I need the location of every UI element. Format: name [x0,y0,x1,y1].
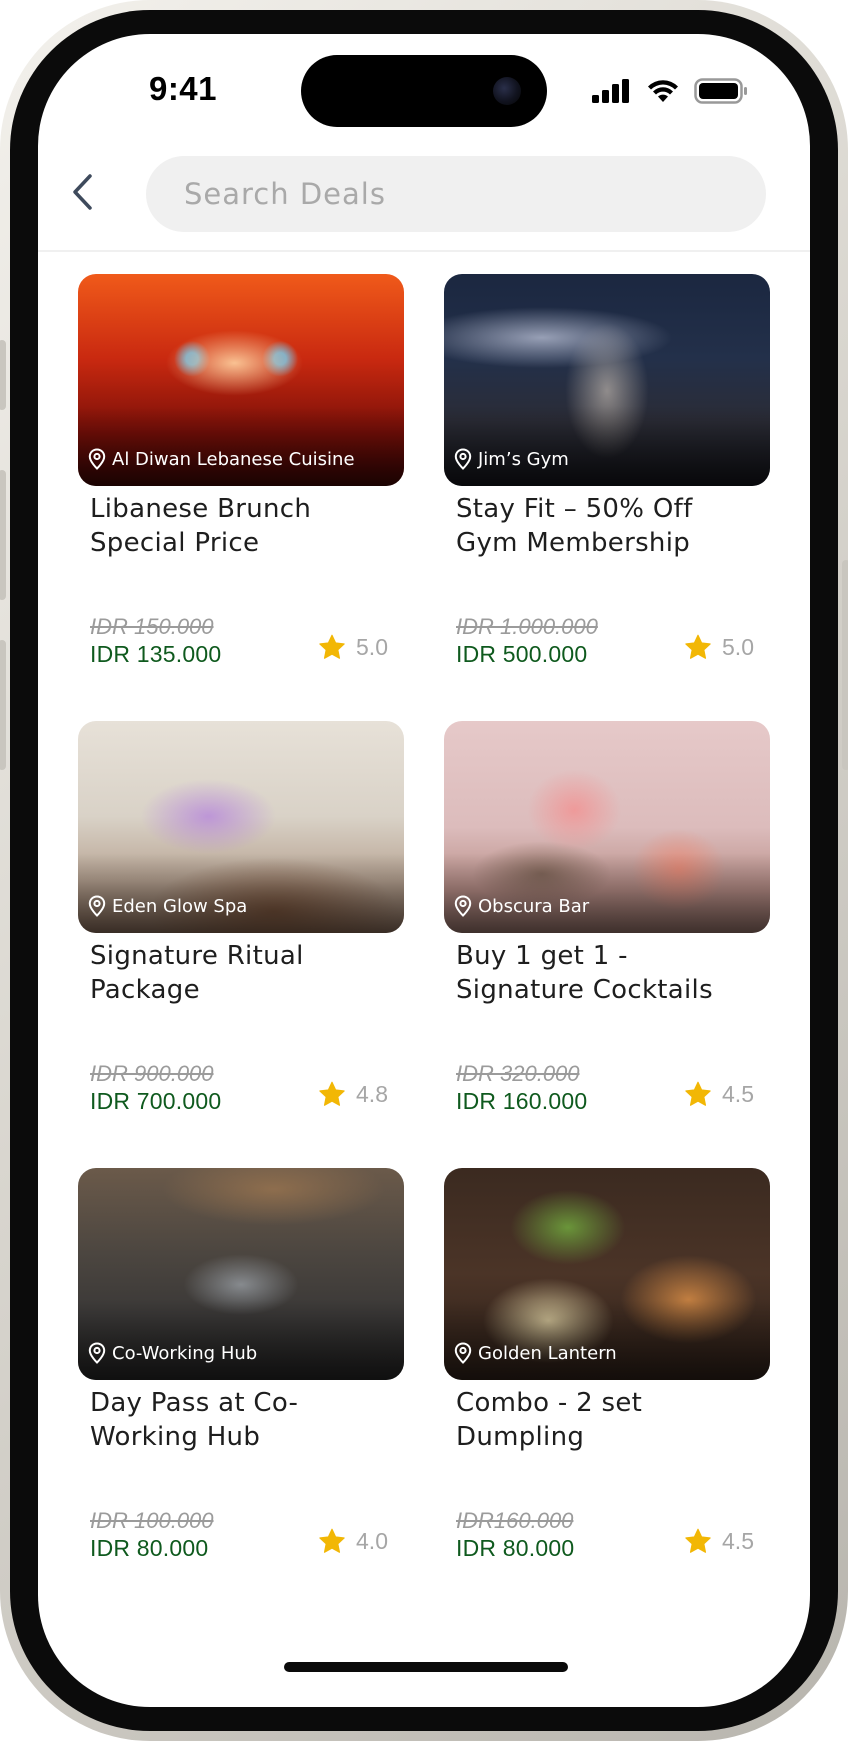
deal-price: IDR 80.000 [456,1535,575,1561]
deal-location-label: Co-Working Hub [112,1342,258,1364]
deal-rating: 4.0 [318,1528,388,1555]
deal-rating: 4.5 [684,1081,754,1108]
star-icon [319,1528,345,1553]
deal-price: IDR 500.000 [456,641,588,667]
deal-original-price: IDR 150.000 [90,614,214,639]
deal-location-label: Al Diwan Lebanese Cuisine [112,448,355,470]
deal-title: Libanese Brunch Special Price [90,494,312,558]
rating-value: 4.8 [356,1081,388,1107]
deal-original-price: IDR 100.000 [90,1508,214,1533]
status-icons [592,78,748,104]
map-pin-icon [88,448,106,470]
star-icon [319,1081,345,1106]
action-button [0,340,6,410]
deal-image: Co-Working Hub [78,1168,404,1380]
phone-frame: 9:41 Search Deals Al Diwan Lebanese Cuis… [0,0,848,1741]
star-icon [319,634,345,659]
deal-card[interactable]: Obscura Bar Buy 1 get 1 - Signature Cock… [444,721,770,1121]
deal-card[interactable]: Co-Working Hub Day Pass at Co-Working Hu… [78,1168,404,1568]
image-overlay [444,1300,770,1380]
deal-card[interactable]: Jim’s Gym Stay Fit – 50% Off Gym Members… [444,274,770,674]
front-camera [493,77,521,105]
deal-rating: 4.8 [318,1081,388,1108]
deal-location-label: Jim’s Gym [478,448,569,470]
deal-rating: 5.0 [684,634,754,661]
deal-price: IDR 80.000 [90,1535,209,1561]
image-overlay [78,1300,404,1380]
deal-card[interactable]: Eden Glow Spa Signature Ritual Package I… [78,721,404,1121]
deal-original-price: IDR 900.000 [90,1061,214,1086]
deal-image: Eden Glow Spa [78,721,404,933]
deal-title: Combo - 2 set Dumpling [456,1388,643,1452]
image-overlay [444,853,770,933]
deal-location: Jim’s Gym [454,448,569,470]
app-screen: 9:41 Search Deals Al Diwan Lebanese Cuis… [38,34,810,1707]
deal-image: Golden Lantern [444,1168,770,1380]
deal-rating: 4.5 [684,1528,754,1555]
image-overlay [78,406,404,486]
image-overlay [444,406,770,486]
deal-location-label: Obscura Bar [478,895,590,917]
map-pin-icon [454,895,472,917]
power-button [842,560,848,770]
image-overlay [78,853,404,933]
rating-value: 5.0 [356,634,388,660]
deal-location: Co-Working Hub [88,1342,257,1364]
deal-image: Jim’s Gym [444,274,770,486]
rating-value: 4.0 [356,1528,388,1554]
deal-original-price: IDR 1.000.000 [456,614,598,639]
rating-value: 4.5 [722,1528,754,1554]
deal-price: IDR 700.000 [90,1088,222,1114]
status-time: 9:41 [148,70,218,107]
deal-original-price: IDR 320.000 [456,1061,580,1086]
map-pin-icon [454,448,472,470]
map-pin-icon [454,1342,472,1364]
wifi-icon [648,80,678,102]
volume-down-button [0,640,6,770]
deal-title: Stay Fit – 50% Off Gym Membership [456,494,693,558]
search-input[interactable] [146,156,766,232]
battery-icon [694,78,747,104]
star-icon [685,1081,711,1106]
deal-location: Obscura Bar [454,895,589,917]
home-indicator[interactable] [284,1662,568,1672]
chevron-left-icon [73,174,92,210]
rating-value: 4.5 [722,1081,754,1107]
deal-image: Al Diwan Lebanese Cuisine [78,274,404,486]
phone-bezel: 9:41 Search Deals Al Diwan Lebanese Cuis… [10,10,838,1731]
deal-title: Day Pass at Co-Working Hub [90,1388,299,1452]
deal-title: Signature Ritual Package [90,941,304,1005]
deal-card[interactable]: Golden Lantern Combo - 2 set Dumpling ID… [444,1168,770,1568]
deal-rating: 5.0 [318,634,388,661]
star-icon [685,1528,711,1553]
cellular-signal-icon [592,79,629,103]
back-button[interactable] [62,170,102,214]
deal-location-label: Golden Lantern [478,1342,617,1364]
volume-up-button [0,470,6,600]
deal-location: Eden Glow Spa [88,895,247,917]
rating-value: 5.0 [722,634,754,660]
star-icon [685,634,711,659]
search-header [38,138,810,252]
deal-location: Golden Lantern [454,1342,617,1364]
map-pin-icon [88,895,106,917]
dynamic-island [301,55,547,127]
deal-price: IDR 160.000 [456,1088,588,1114]
deal-original-price: IDR160.000 [456,1508,574,1533]
deal-price: IDR 135.000 [90,641,222,667]
deal-image: Obscura Bar [444,721,770,933]
deal-card[interactable]: Al Diwan Lebanese Cuisine Libanese Brunc… [78,274,404,674]
map-pin-icon [88,1342,106,1364]
deal-location: Al Diwan Lebanese Cuisine [88,448,355,470]
deal-location-label: Eden Glow Spa [112,895,248,917]
deal-title: Buy 1 get 1 - Signature Cocktails [456,941,713,1005]
